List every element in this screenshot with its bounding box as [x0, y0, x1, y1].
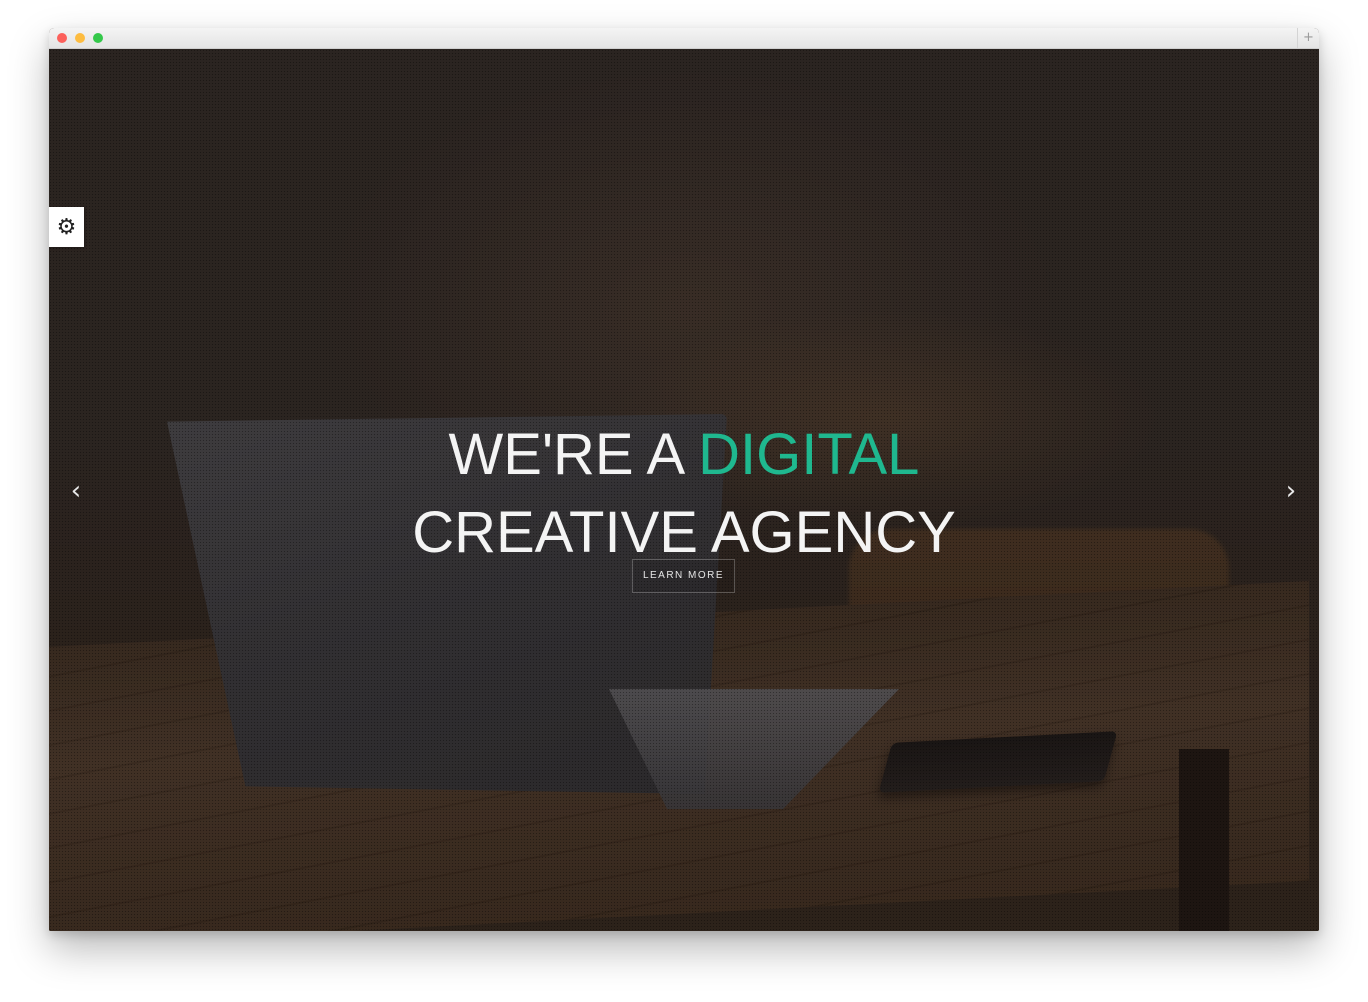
hero-headline: WE'RE A DIGITAL CREATIVE AGENCY: [49, 416, 1319, 572]
hero-slider: ⚙ ‹ › WE'RE A DIGITAL CREATIVE AGENCY LE…: [49, 49, 1319, 931]
learn-more-button[interactable]: LEARN MORE: [632, 559, 735, 593]
gear-icon: ⚙: [56, 214, 77, 240]
new-tab-button[interactable]: +: [1297, 28, 1319, 48]
browser-window: + ⚙ ‹ › WE'RE A DIGITAL CREATIVE AGENCY …: [49, 28, 1319, 931]
maximize-window-button[interactable]: [93, 33, 103, 43]
browser-titlebar: +: [49, 28, 1319, 49]
minimize-window-button[interactable]: [75, 33, 85, 43]
hero-headline-line1: WE'RE A DIGITAL: [49, 416, 1319, 494]
settings-gear-button[interactable]: ⚙: [49, 207, 84, 247]
close-window-button[interactable]: [57, 33, 67, 43]
hero-headline-prefix: WE'RE A: [448, 422, 699, 487]
hero-headline-accent: DIGITAL: [698, 422, 920, 487]
